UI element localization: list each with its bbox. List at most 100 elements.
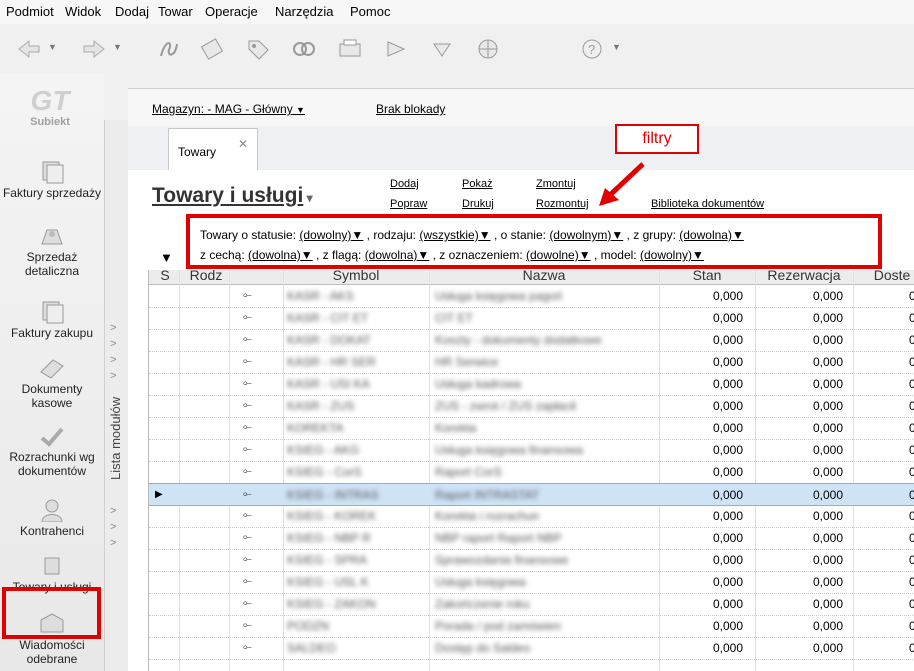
column-header-symbol[interactable]: Symbol [283, 270, 429, 283]
symbol-cell: KSIEG - NBP R [287, 531, 371, 545]
table-row[interactable]: ⟜ KSIEG - CorS Raport CorS 0,000 0,000 0 [149, 461, 914, 484]
rezerwacja-cell: 0,000 [812, 619, 843, 633]
chevron-right-icon[interactable]: > [110, 505, 116, 517]
table-row[interactable]: ⟜ KSIEG - USL K Usługa księgowa 0,000 0,000 0 [149, 571, 914, 594]
lock-status[interactable]: Brak blokady [376, 102, 445, 116]
chevron-right-icon[interactable]: > [110, 338, 116, 350]
forward-dropdown-icon[interactable]: ▼ [113, 42, 122, 52]
sidebar-item-sprzedaz-detaliczna[interactable]: Sprzedaż detaliczna [0, 224, 104, 278]
column-header-dostepne[interactable]: Doste [857, 270, 914, 283]
print-button[interactable]: Drukuj [462, 198, 494, 210]
table-row[interactable]: ⟜ KASR - USI KA Usługa kadrowa 0,000 0,000 0 [149, 373, 914, 396]
toolbar: ▼ ▼ ? ▼ [0, 24, 914, 74]
cash-icon [40, 359, 64, 379]
table-row[interactable]: ⟜ KSIEG - NBP R NBP raport Raport NBP 0,000… [149, 527, 914, 550]
table-row[interactable]: ⟜ KASR - ZUS ZUS - zwrot / ZUS zapłacił 0,0… [149, 395, 914, 418]
filter-stock[interactable]: (dowolnym)▼ [549, 228, 623, 242]
table-row[interactable]: ⟜ KASR - AKS Usługa księgowa pagoń 0,000 0,0… [149, 285, 914, 308]
add-button[interactable]: Dodaj [390, 178, 419, 190]
column-header-stan[interactable]: Stan [659, 270, 755, 283]
stan-cell: 0,000 [712, 443, 743, 457]
chevron-right-icon[interactable]: > [110, 322, 116, 334]
menu-operacje[interactable]: Operacje [205, 4, 258, 19]
table-row[interactable]: ▶ ⟜ KSIEG - INTRAS Raport INTRASTAT 0,000 0,0… [149, 483, 914, 506]
warehouse-selector[interactable]: Magazyn: - MAG - Główny ▼ [152, 102, 305, 116]
play-icon[interactable] [382, 36, 410, 62]
menu-widok[interactable]: Widok [65, 4, 101, 19]
service-type-icon: ⟜ [243, 597, 252, 609]
sign-icon[interactable] [155, 36, 183, 62]
globe-icon[interactable] [474, 36, 502, 62]
document-library-link[interactable]: Biblioteka dokumentów [651, 198, 764, 210]
tab-towary[interactable]: Towary ✕ [168, 128, 258, 171]
menu-pomoc[interactable]: Pomoc [350, 4, 390, 19]
table-row[interactable]: ⟜ KSIEG - AKG Usługa księgowa finansowa 0,0… [149, 439, 914, 462]
sidebar-item-dokumenty-kasowe[interactable]: Dokumenty kasowe [0, 356, 104, 410]
dostepne-cell: 0 [909, 619, 914, 633]
sidebar-item-faktury-sprzedazy[interactable]: Faktury sprzedaży [0, 160, 104, 200]
column-header-s[interactable]: S [153, 270, 177, 283]
filter-model[interactable]: (dowolny)▼ [640, 248, 704, 262]
disassemble-button[interactable]: Rozmontuj [536, 198, 589, 210]
help-icon[interactable]: ? [578, 36, 606, 62]
sidebar-item-rozrachunki[interactable]: Rozrachunki wg dokumentów [0, 424, 104, 478]
help-dropdown-icon[interactable]: ▼ [612, 42, 621, 52]
filter-type[interactable]: (wszystkie)▼ [419, 228, 490, 242]
module-list-strip[interactable] [104, 120, 130, 671]
chevron-right-icon[interactable]: > [110, 370, 116, 382]
show-button[interactable]: Pokaż [462, 178, 493, 190]
retail-icon [41, 229, 63, 245]
service-type-icon: ⟜ [243, 641, 252, 653]
sidebar-item-faktury-zakupu[interactable]: Faktury zakupu [0, 300, 104, 340]
back-dropdown-icon[interactable]: ▼ [48, 42, 57, 52]
logo: GT Subiekt [30, 85, 70, 129]
table-row[interactable]: ⟜ KASR - CIT ET CIT ET 0,000 0,000 0 [149, 307, 914, 330]
menu-dodaj[interactable]: Dodaj [115, 4, 149, 19]
filter-feature[interactable]: (dowolna)▼ [248, 248, 313, 262]
chevron-right-icon[interactable]: > [110, 537, 116, 549]
filter-group[interactable]: (dowolna)▼ [679, 228, 744, 242]
warehouse-bar: Magazyn: - MAG - Główny ▼ Brak blokady [128, 88, 914, 127]
edit-button[interactable]: Popraw [390, 198, 427, 210]
column-header-rodz[interactable]: Rodz [183, 270, 229, 283]
table-row[interactable]: ⟜ PODZN Porada / pod zamówien 0,000 0,000 0 [149, 615, 914, 638]
table-row[interactable]: ⟜ KSIEG - ZAKON Zakończenie roku 0,000 0,000… [149, 593, 914, 616]
menu-towar[interactable]: Towar [158, 4, 193, 19]
filter-status[interactable]: (dowolny)▼ [299, 228, 363, 242]
sidebar-item-kontrahenci[interactable]: Kontrahenci [0, 498, 104, 538]
arrow-down-icon[interactable] [428, 36, 456, 62]
menu-podmiot[interactable]: Podmiot [6, 4, 54, 19]
symbol-cell: KASR - CIT ET [287, 311, 369, 325]
symbol-cell: KASR - HR SER [287, 355, 376, 369]
eraser-icon[interactable] [198, 36, 226, 62]
dostepne-cell: 0 [909, 531, 914, 545]
filter-mark[interactable]: (dowolne)▼ [526, 248, 591, 262]
table-row[interactable]: ⟜ KOREKTA Korekta 0,000 0,000 0 [149, 417, 914, 440]
table-row[interactable]: ⟜ KASR - HR SER HR Serwice 0,000 0,000 0 [149, 351, 914, 374]
back-icon[interactable] [15, 36, 43, 62]
name-cell: CIT ET [435, 311, 473, 325]
table-row[interactable]: ⟜ KSIEG - SPRA Sprawozdania finansowe 0,000… [149, 549, 914, 572]
table-row[interactable]: ⟜ KASR - DOKAT Koszty - dokumenty dodatkow… [149, 329, 914, 352]
page-title[interactable]: Towary i usługi ▾ [152, 184, 313, 208]
scanner-icon[interactable] [336, 36, 364, 62]
dostepne-cell: 0 [909, 641, 914, 655]
column-header-rezerwacja[interactable]: Rezerwacja [755, 270, 853, 283]
chevron-right-icon[interactable]: > [110, 521, 116, 533]
collapse-filters-icon[interactable]: ▼ [160, 250, 173, 265]
forward-icon[interactable] [80, 36, 108, 62]
link-icon[interactable] [290, 36, 318, 62]
name-cell: Raport INTRASTAT [435, 488, 540, 502]
table-row[interactable]: ⟜ KSIEG - KOREK Korekta i rozrachun 0,000 0,… [149, 505, 914, 528]
filters-callout: filtry [615, 124, 699, 154]
filter-flag[interactable]: (dowolna)▼ [365, 248, 430, 262]
chevron-right-icon[interactable]: > [110, 354, 116, 366]
column-header-nazwa[interactable]: Nazwa [429, 270, 659, 283]
assemble-button[interactable]: Zmontuj [536, 178, 576, 190]
rezerwacja-cell: 0,000 [812, 333, 843, 347]
menu-narzedzia[interactable]: Narzędzia [275, 4, 334, 19]
table-row[interactable]: ⟜ SALDEO Dostęp do Saldeo 0,000 0,000 0 [149, 637, 914, 660]
tag-icon[interactable] [244, 36, 272, 62]
close-icon[interactable]: ✕ [238, 137, 248, 151]
name-cell: HR Serwice [435, 355, 499, 369]
